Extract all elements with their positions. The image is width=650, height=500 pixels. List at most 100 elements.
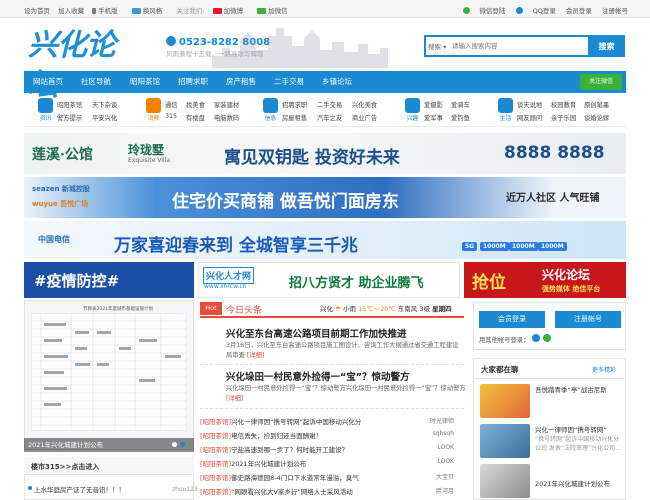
slider-dot[interactable] [172,442,177,447]
quick-group-hobby: 兴趣 爱摄影 爱骑车 爱军事 爱钓鱼 [405,98,485,126]
banner-telecom[interactable]: 中国电信 万家喜迎春来到 全城智享三千兆 5G 1000M 1000M 1000… [24,221,626,259]
top-bar: 设为首页 加入收藏 手机版 换风格 关注我们: 加微博 加微信 微信登陆 QQ登… [0,0,650,18]
mobile-link[interactable]: 手机版 [92,7,124,15]
banner-villa[interactable]: 莲溪·公馆 玲珑墅 Exquisite Villa 寓见双钥匙 投资好未来 88… [24,133,626,174]
quick-link[interactable]: 二手交易 [317,100,342,109]
member-login-button[interactable]: 会员登录 [479,311,545,328]
weibo-link[interactable]: 加微博 [212,7,250,15]
quick-link[interactable]: 谈婚论嫁 [584,113,609,122]
quick-link[interactable]: 315 [165,113,177,120]
trending-thread[interactable]: 吾悦踏青季“亭”战古尼斯 [535,386,607,395]
headline-summary: 3月16日，兴化至东台高速公路项目施工图设计、咨询工作大纲通过省交通工程建设 局… [226,342,459,359]
banner-product-sub: Exquisite Villa [128,157,171,164]
detail-link[interactable]: [详细] [226,395,244,402]
register-button[interactable]: 注册帐号 [555,311,621,328]
banner-url: www.xhrcw.cn [204,283,247,290]
banner-epidemic[interactable]: #疫情防控# [24,262,194,298]
quick-link[interactable]: 汽车之友 [317,113,342,122]
quick-link[interactable]: 校园教育 [551,100,576,109]
follow-wechat-button[interactable]: 关注微信 [580,74,622,90]
nav-home[interactable]: 网站首页 [33,71,63,93]
quick-link[interactable]: 爱军事 [424,113,443,122]
news-list-item[interactable]: [昭阳茶馆]2021年兴化城建计划公布 LOOK [200,458,464,471]
news-list-item[interactable]: [昭阳茶馆]电信丢失，捡到归还当面酬谢！ sqhsqh [200,430,464,443]
quick-link[interactable]: 爱摄影 [424,100,443,109]
slider-caption[interactable]: 2021年兴化城建计划公布 [24,438,194,452]
quick-link[interactable]: 警方提示 [57,113,82,122]
quick-link[interactable]: 原创笔墨 [584,100,609,109]
headline-link[interactable]: 兴化垛田一村民意外捡得一“宝”？惊动警方 [226,369,410,383]
banner-talent[interactable]: 兴化人才网 www.xhrcw.cn 招八方贤才 助企业腾飞 [198,262,460,298]
more-link[interactable]: 更多精彩 [592,365,616,374]
nav-teahouse[interactable]: 昭阳茶馆 [130,71,160,93]
headline-link[interactable]: 兴化至东台高速公路项目前期工作加快推进 [226,326,407,340]
quick-link[interactable]: 找美食 [186,100,205,109]
quick-link[interactable]: 商业广告 [352,113,377,122]
nav-community[interactable]: 社区导航 [81,71,111,93]
quick-link[interactable]: 昭阳茶馆 [57,100,82,109]
thread-thumbnail[interactable] [480,464,530,498]
qq-login-link[interactable]: QQ登录 [515,7,556,15]
quick-link[interactable]: 爱钓鱼 [451,113,470,122]
hobby-icon [405,98,420,113]
quick-link[interactable]: 房屋租售 [282,113,307,122]
thread-thumbnail[interactable] [480,424,530,458]
change-style-link[interactable]: 换风格 [131,7,169,15]
banner-badge: 1000M [509,242,538,251]
nav-secondhand[interactable]: 二手交易 [274,71,304,93]
quick-link[interactable]: 亲子乐园 [551,113,576,122]
thread-link[interactable]: 上水华庭房产证了无音讯！！！ [34,484,125,494]
nav-towns[interactable]: 乡镇论坛 [322,71,352,93]
thread-thumbnail[interactable] [480,384,530,418]
search-button[interactable]: 搜索 [588,35,625,57]
nav-housing[interactable]: 房产租售 [226,71,256,93]
banner-side-text: 近万人社区 人气旺铺 [506,193,600,204]
banner-wuyue[interactable]: seazen 新城控股 wuyue 吾悦广场 住宅价买商铺 做吾悦门面房东 近万… [24,177,626,218]
member-login-link[interactable]: 会员登录 [566,7,592,15]
detail-link[interactable]: [详细] [247,352,265,359]
quick-link[interactable]: 爱骑车 [451,100,470,109]
quick-group-consume: 消费 通信 找美食 家装建材 315 有楼盘 电脑数码 [146,98,256,126]
quick-link[interactable]: 兴化美食 [352,100,377,109]
image-slider[interactable]: 节目表2021年度城市基础设施计划 [24,300,194,450]
wechat-icon[interactable] [543,334,551,342]
quick-link[interactable]: 有楼盘 [186,113,205,122]
headlines-title: 今日头条 [226,306,263,316]
quick-link[interactable]: 电脑数码 [214,113,239,122]
set-homepage-link[interactable]: 设为首页 [24,7,50,15]
news-list-item[interactable]: [昭阳茶馆]“网眼看兴化大V家乡行”网络人士采风活动 胖河月 [200,486,464,499]
quick-link[interactable]: 招聘求职 [282,100,307,109]
banner-badge: 5G [462,242,478,251]
quick-link[interactable]: 家装建材 [214,100,239,109]
news-list-item[interactable]: [昭阳茶馆]兴化一律师因“携号转网”起诉中国移动兴化分 时光律师 [200,416,464,429]
quick-link[interactable]: 通信 [165,100,178,109]
news-list-item[interactable]: [昭阳茶馆]御史路海德园8-4门口下水道常年漫溢，臭气 大宝贝 [200,472,464,485]
mobile-icon [92,8,97,14]
weather-city: 兴化 [320,305,333,313]
quick-caption: 生活 [499,116,512,122]
quick-link[interactable]: 天下杂谈 [92,100,117,109]
weather-condition: 小雨 [342,305,356,313]
trending-thread[interactable]: 兴化一律师因“携号转网” “携号转网”起诉中国移动兴化分公司 发表“法院审理”兴化… [535,426,623,453]
site-logo[interactable]: 兴化论坛 [28,26,140,103]
other-login-label: 用其他帐号登录： [479,337,530,344]
search-input[interactable] [452,37,586,55]
add-favorite-link[interactable]: 加入收藏 [58,7,84,15]
document-table-image [31,313,187,431]
weather-day: 星期四 [432,305,452,313]
search-type-select[interactable]: 搜索 ▾ [428,41,446,51]
wechat-login-link[interactable]: 微信登陆 [462,7,506,15]
quick-link[interactable]: 网友顾问 [517,113,542,122]
block-title-link[interactable]: 楼市315>>点击进入 [31,462,99,472]
register-link[interactable]: 注册帐号 [602,7,628,15]
slider-dot[interactable] [180,442,185,447]
banner-forum-ad[interactable]: 抢位 兴化论坛 强势媒体 绝佳平台 [464,262,626,298]
wechat-follow-link[interactable]: 加微信 [257,7,294,15]
quick-group-life: 生活 谈天说地 校园教育 原创笔墨 网友顾问 亲子乐园 谈婚论嫁 [498,98,626,126]
qq-icon[interactable] [532,334,540,342]
quick-link[interactable]: 谈天说地 [517,100,542,109]
nav-jobs[interactable]: 招聘求职 [178,71,208,93]
quick-link[interactable]: 平安兴化 [92,113,117,122]
trending-thread[interactable]: 2021年兴化城建计划公布 [535,480,610,489]
news-list-item[interactable]: [昭阳茶馆]宁盐高速到哪一步了？何时能开工建设？ LOOK [200,444,464,457]
